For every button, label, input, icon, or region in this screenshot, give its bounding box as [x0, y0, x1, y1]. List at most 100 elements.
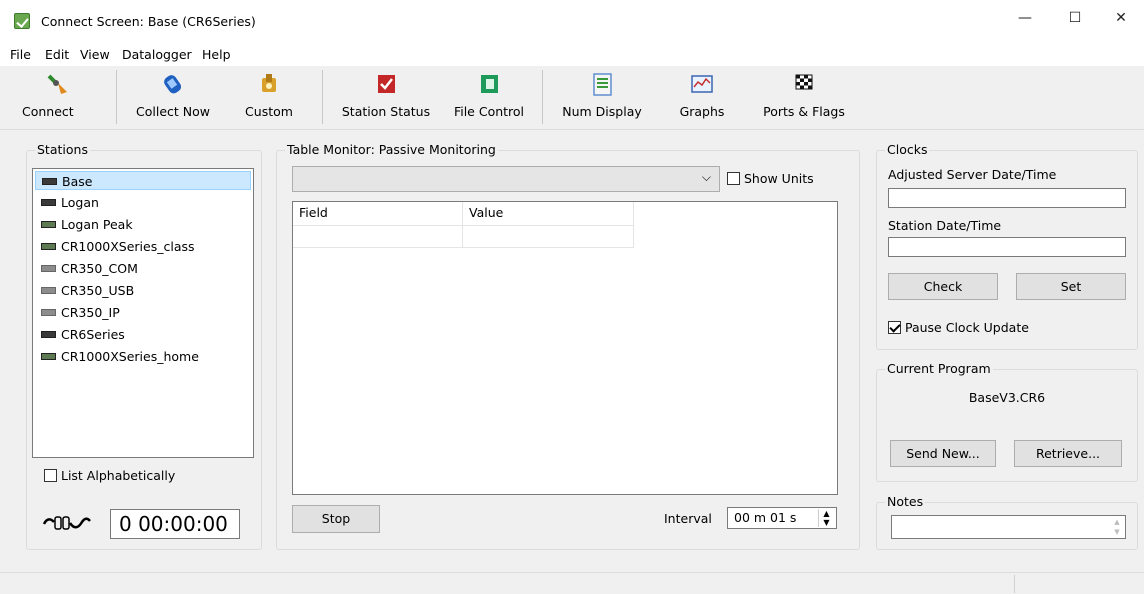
scroll-arrows-icon[interactable]: ▲ ▼: [1111, 517, 1123, 537]
minimize-button[interactable]: —: [1002, 0, 1048, 36]
clocks-title: Clocks: [885, 142, 930, 157]
pause-clock-checkbox[interactable]: Pause Clock Update: [888, 320, 1029, 335]
menu-file[interactable]: File: [10, 47, 31, 62]
show-units-label: Show Units: [743, 171, 814, 186]
stations-list[interactable]: Base Logan Logan Peak CR1000XSeries_clas…: [32, 168, 254, 458]
collect-icon: [164, 75, 182, 94]
custom-label: Custom: [245, 104, 293, 119]
notes-title: Notes: [885, 494, 926, 509]
station-status-label: Station Status: [341, 104, 431, 119]
ports-flags-label: Ports & Flags: [763, 104, 845, 119]
menu-view[interactable]: View: [80, 47, 110, 62]
file-control-icon: [481, 75, 498, 93]
list-item[interactable]: Base: [35, 171, 251, 190]
pause-clock-label: Pause Clock Update: [904, 320, 1029, 335]
maximize-button[interactable]: ☐: [1052, 0, 1098, 36]
menu-bar: File Edit View Datalogger Help: [0, 44, 1144, 66]
datalogger-icon: [41, 199, 56, 206]
interval-label: Interval: [664, 511, 712, 526]
set-button[interactable]: Set: [1016, 273, 1126, 300]
notes-field[interactable]: ▲ ▼: [891, 515, 1126, 539]
collect-now-label: Collect Now: [136, 104, 210, 119]
list-item[interactable]: Logan Peak: [35, 215, 251, 234]
toolbar-separator: [322, 70, 323, 124]
table-select-dropdown[interactable]: ⌵: [292, 166, 720, 192]
server-time-label: Adjusted Server Date/Time: [888, 167, 1057, 182]
list-item[interactable]: CR350_COM: [35, 259, 251, 278]
current-program-title: Current Program: [885, 361, 993, 376]
num-display-label: Num Display: [562, 104, 642, 119]
toolbar-separator: [116, 70, 117, 124]
menu-edit[interactable]: Edit: [45, 47, 69, 62]
num-display-button[interactable]: Num Display: [554, 68, 650, 126]
monitor-table[interactable]: Field Value: [292, 201, 838, 495]
datalogger-icon: [41, 331, 56, 338]
list-item[interactable]: Logan: [35, 193, 251, 212]
window-title: Connect Screen: Base (CR6Series): [41, 14, 256, 29]
send-new-button[interactable]: Send New...: [890, 440, 996, 467]
interval-spinner[interactable]: 00 m 01 s ▲ ▼: [727, 507, 837, 529]
list-item[interactable]: CR350_IP: [35, 303, 251, 322]
program-name: BaseV3.CR6: [968, 390, 1046, 405]
table-monitor-title: Table Monitor: Passive Monitoring: [285, 142, 498, 157]
toolbar: Connect Collect Now Custom Station Statu…: [0, 66, 1144, 130]
datalogger-icon: [41, 309, 56, 316]
list-item[interactable]: CR6Series: [35, 325, 251, 344]
datalogger-icon: [41, 287, 56, 294]
custom-icon: [262, 74, 276, 92]
status-bar: [0, 572, 1144, 594]
connection-status-icon: [42, 516, 91, 530]
checkbox-box[interactable]: [44, 469, 57, 482]
status-divider: [1014, 575, 1015, 593]
list-item[interactable]: CR1000XSeries_class: [35, 237, 251, 256]
connect-label: Connect: [22, 104, 74, 119]
graphs-label: Graphs: [679, 104, 725, 119]
graphs-icon: [691, 75, 713, 93]
list-item[interactable]: CR350_USB: [35, 281, 251, 300]
menu-help[interactable]: Help: [202, 47, 231, 62]
collect-now-button[interactable]: Collect Now: [128, 68, 218, 126]
menu-datalogger[interactable]: Datalogger: [122, 47, 192, 62]
station-time-field[interactable]: [888, 237, 1126, 257]
checkbox-box[interactable]: [888, 321, 901, 334]
table-cell: [293, 226, 463, 248]
chevron-down-icon: ⌵: [701, 170, 711, 184]
ports-flags-button[interactable]: Ports & Flags: [752, 68, 856, 126]
datalogger-icon: [42, 178, 57, 185]
datalogger-icon: [41, 243, 56, 250]
station-time-label: Station Date/Time: [888, 218, 1002, 233]
spinner-arrows-icon[interactable]: ▲ ▼: [818, 509, 834, 527]
file-control-label: File Control: [453, 104, 525, 119]
column-header-value[interactable]: Value: [463, 202, 634, 226]
retrieve-button[interactable]: Retrieve...: [1014, 440, 1122, 467]
list-alphabetically-checkbox[interactable]: List Alphabetically: [44, 468, 175, 483]
stop-button[interactable]: Stop: [292, 505, 380, 533]
datalogger-icon: [41, 221, 56, 228]
file-control-button[interactable]: File Control: [444, 68, 534, 126]
station-status-icon: [378, 75, 395, 93]
num-display-icon: [593, 73, 612, 96]
connect-button[interactable]: Connect: [18, 68, 98, 126]
check-button[interactable]: Check: [888, 273, 998, 300]
toolbar-separator: [542, 70, 543, 124]
custom-button[interactable]: Custom: [234, 68, 304, 126]
interval-value: 00 m 01 s: [734, 510, 797, 525]
connection-timer: 0 00:00:00: [110, 509, 240, 539]
datalogger-icon: [41, 353, 56, 360]
checkbox-box[interactable]: [727, 172, 740, 185]
title-bar: Connect Screen: Base (CR6Series) — ☐ ✕: [0, 0, 1144, 44]
column-header-field[interactable]: Field: [293, 202, 463, 226]
datalogger-icon: [41, 265, 56, 272]
plug-icon: [47, 74, 67, 94]
table-cell: [463, 226, 634, 248]
app-icon: [14, 13, 30, 29]
close-button[interactable]: ✕: [1098, 0, 1144, 36]
checkered-flag-icon: [795, 74, 813, 90]
list-item[interactable]: CR1000XSeries_home: [35, 347, 251, 366]
station-status-button[interactable]: Station Status: [334, 68, 438, 126]
list-alphabetically-label: List Alphabetically: [60, 468, 176, 483]
stations-title: Stations: [35, 142, 90, 157]
show-units-checkbox[interactable]: Show Units: [727, 171, 814, 186]
server-time-field[interactable]: [888, 188, 1126, 208]
graphs-button[interactable]: Graphs: [664, 68, 740, 126]
